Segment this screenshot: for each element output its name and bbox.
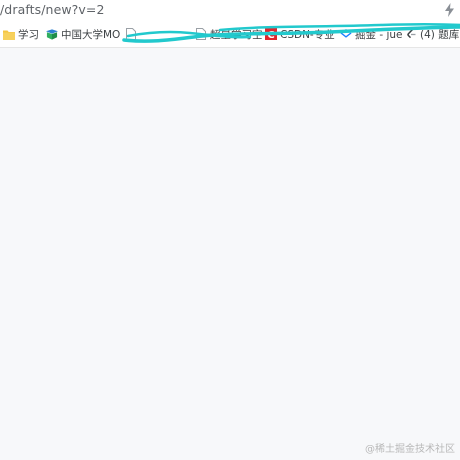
watermark: @稀土掘金技术社区	[365, 444, 455, 455]
bookmark-label: 学习	[18, 28, 39, 41]
browser-toolbar: /drafts/new?v=2 学习 中国大学MO 超星学习空 C CSDN-专…	[0, 0, 460, 48]
mooc-logo-icon	[46, 28, 58, 40]
bookmark-label: 中国大学MO	[61, 28, 121, 41]
bookmark-mooc[interactable]: 中国大学MO	[46, 24, 120, 44]
folder-icon	[3, 28, 15, 40]
address-url[interactable]: /drafts/new?v=2	[0, 2, 105, 17]
lightning-bolt-icon[interactable]	[444, 3, 455, 17]
bookmark-study[interactable]: 学习	[3, 24, 39, 44]
redaction-scribble	[122, 23, 460, 43]
page-content	[0, 48, 460, 460]
